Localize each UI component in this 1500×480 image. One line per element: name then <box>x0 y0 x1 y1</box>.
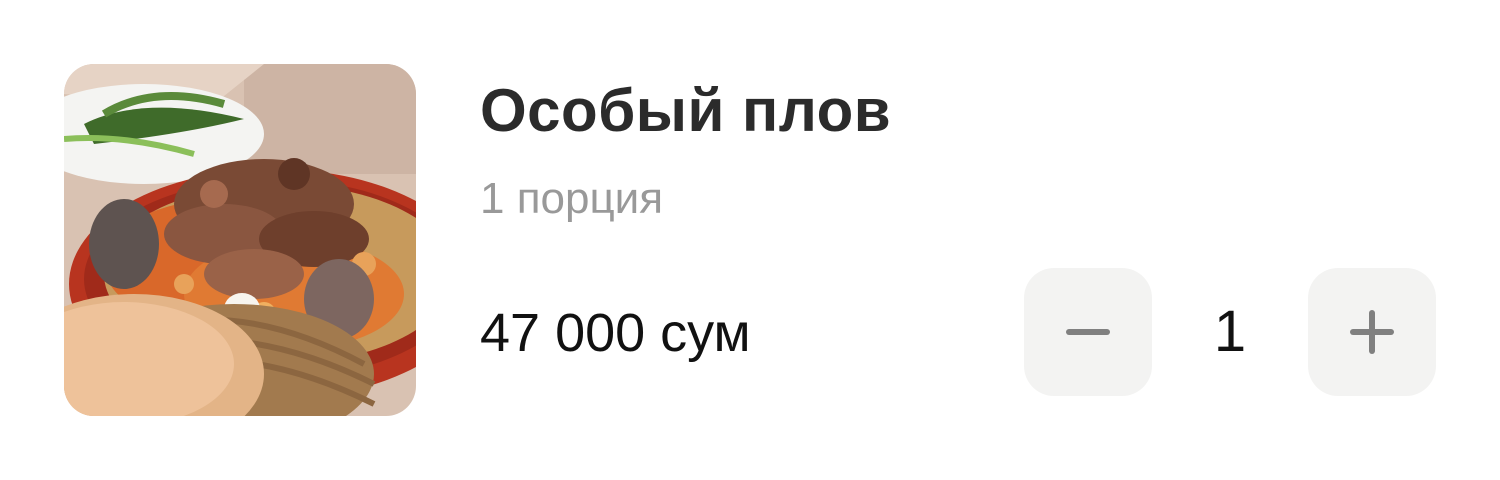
dish-photo <box>64 64 416 416</box>
plov-dish-photo <box>64 64 416 416</box>
decrement-button[interactable] <box>1024 268 1152 396</box>
plus-icon <box>1350 310 1394 354</box>
cart-item: Особый плов 1 порция 47 000 сум 1 <box>0 0 1500 480</box>
minus-icon <box>1066 329 1110 335</box>
dish-title: Особый плов <box>480 77 892 144</box>
price-label: 47 000 сум <box>480 303 751 363</box>
quantity-value: 1 <box>1213 299 1247 364</box>
increment-button[interactable] <box>1308 268 1436 396</box>
portion-label: 1 порция <box>480 174 664 223</box>
